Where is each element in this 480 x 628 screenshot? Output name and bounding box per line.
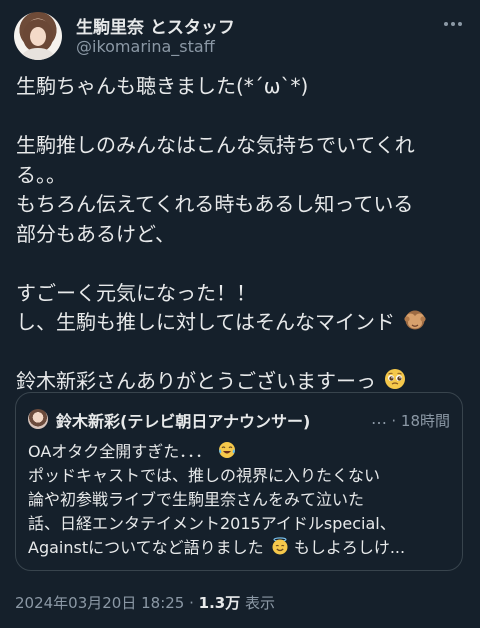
quoted-line: 論や初参戦ライブで生駒里奈さんをみて泣いた (28, 490, 365, 509)
quoted-line-text: Againstについてなど語りました (28, 538, 264, 557)
tweet-header: 生駒里奈 とスタッフ @ikomarina_staff (14, 10, 466, 62)
quoted-author-name[interactable]: 鈴木新彩(テレビ朝日アナウンサー) (56, 408, 310, 432)
author-display-name[interactable]: 生駒里奈 とスタッフ (76, 13, 235, 38)
quoted-line: ポッドキャストでは、推しの視界に入りたくない (28, 466, 381, 485)
smiling-face-with-halo-icon (272, 537, 288, 555)
quoted-line-with-laugh-emoji: OAオタク全開すぎた．．． (28, 440, 453, 464)
more-dot (451, 22, 455, 26)
view-count: 1.3万 (198, 594, 241, 612)
quoted-line-with-halo-emoji: Againstについてなど語りました もしよろしけ... (28, 536, 453, 560)
tweet-line-text: し、生駒も推しに対してはそんなマインド (16, 310, 395, 334)
pleading-face-icon (385, 369, 406, 389)
tweet-meta: 2024年03月20日 18:25 · 1.3万 表示 (15, 592, 275, 613)
face-with-tears-of-joy-icon (219, 442, 236, 458)
quoted-line-text: OAオタク全開すぎた．．． (28, 442, 212, 461)
quoted-name-ellipsis: … (371, 409, 387, 428)
tweet-line: 部分もあるけど、 (16, 221, 175, 246)
quoted-line-text: もしよろしけ... (293, 538, 406, 557)
quoted-author-avatar[interactable] (28, 409, 48, 429)
quoted-tweet-body: OAオタク全開すぎた．．． ポッドキャストでは、推しの視界に入りたくない 論や初… (28, 440, 453, 560)
tweet-line: すごーく元気になった！！ (16, 280, 256, 305)
tweet-line: 生駒ちゃんも聴きました(*´ω`*) (16, 74, 309, 98)
tweet-line: 生駒推しのみんなはこんな気持ちでいてくれ (16, 133, 415, 157)
avatar-face-shape (30, 27, 46, 46)
tweet-datetime[interactable]: 2024年03月20日 18:25 · (15, 594, 199, 612)
view-count-label: 表示 (245, 594, 276, 612)
quoted-tweet-card[interactable]: 鈴木新彩(テレビ朝日アナウンサー) … · 18時間 OAオタク全開すぎた．．．… (15, 392, 463, 571)
see-no-evil-monkey-icon (404, 310, 426, 330)
author-avatar[interactable] (14, 12, 62, 60)
more-icon[interactable] (444, 22, 462, 28)
more-dot (458, 22, 462, 26)
tweet-body: 生駒ちゃんも聴きました(*´ω`*) 生駒推しのみんなはこんな気持ちでいてくれ … (16, 72, 464, 397)
author-handle[interactable]: @ikomarina_staff (76, 37, 215, 56)
tweet-line: もちろん伝えてくれる時もあるし知っている (16, 192, 414, 216)
quoted-line: 話、日経エンタテイメント2015アイドルspecial、 (28, 514, 396, 533)
avatar-body-shape (22, 48, 54, 60)
quoted-tweet-time[interactable]: · 18時間 (391, 410, 450, 431)
tweet-line-with-monkey-emoji: し、生駒も推しに対してはそんなマインド (16, 308, 464, 338)
tweet-line: る。。 (16, 162, 66, 187)
tweet-line-text: 鈴木新彩さんありがとうございますーっ (16, 369, 376, 393)
more-dot (444, 22, 448, 26)
